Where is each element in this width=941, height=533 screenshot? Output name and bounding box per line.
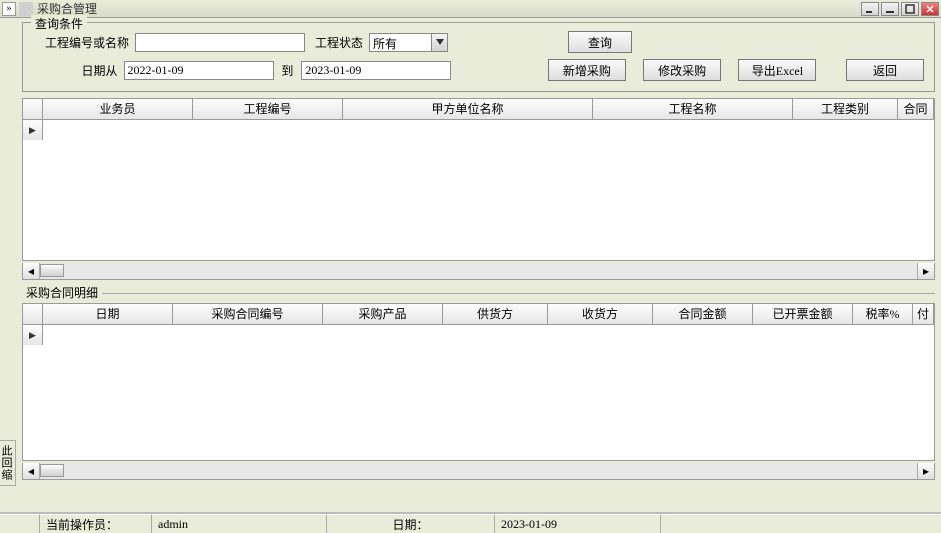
detail-table-hscroll[interactable]: ◂ ▸ [22, 463, 935, 480]
scroll-right-icon[interactable]: ▸ [917, 463, 934, 479]
date-label-cell: 日期： [327, 514, 495, 533]
date-from-label: 日期从 [33, 62, 118, 79]
status-bar: 当前操作员： admin 日期： 2023-01-09 [0, 512, 941, 533]
main-table: 业务员 工程编号 甲方单位名称 工程名称 工程类别 合同 [22, 98, 935, 261]
col-pay[interactable]: 付 [913, 304, 934, 324]
detail-table: 日期 采购合同编号 采购产品 供货方 收货方 合同金额 已开票金额 税率% 付 [22, 303, 935, 461]
query-legend: 查询条件 [31, 15, 87, 32]
col-amount[interactable]: 合同金额 [653, 304, 753, 324]
window-title: 采购合管理 [37, 0, 859, 17]
operator-label-cell: 当前操作员： [40, 514, 152, 533]
add-button[interactable]: 新增采购 [548, 59, 626, 81]
scroll-left-icon[interactable]: ◂ [23, 263, 40, 279]
detail-table-body[interactable] [23, 325, 934, 460]
back-button[interactable]: 返回 [846, 59, 924, 81]
scroll-right-icon[interactable]: ▸ [917, 263, 934, 279]
status-value: 所有 [369, 33, 431, 52]
col-project-name[interactable]: 工程名称 [593, 99, 793, 119]
col-invoiced[interactable]: 已开票金额 [753, 304, 853, 324]
expand-button[interactable]: » [2, 2, 16, 16]
table-row[interactable] [23, 120, 934, 140]
row-indicator-icon [23, 120, 43, 140]
row-indicator-icon [23, 325, 43, 345]
maximize-button[interactable] [901, 2, 919, 16]
date-value-cell: 2023-01-09 [495, 514, 661, 533]
detail-legend: 采购合同明细 [22, 286, 102, 300]
row-handle-header [23, 304, 43, 324]
chevron-down-icon[interactable] [431, 33, 448, 52]
close-button[interactable] [921, 2, 939, 16]
project-input[interactable] [135, 33, 305, 52]
minimize-small-button[interactable] [861, 2, 879, 16]
date-to-input[interactable] [301, 61, 451, 80]
col-tax[interactable]: 税率% [853, 304, 913, 324]
main-table-hscroll[interactable]: ◂ ▸ [22, 263, 935, 280]
edit-button[interactable]: 修改采购 [643, 59, 721, 81]
table-row[interactable] [23, 325, 934, 345]
operator-value-cell: admin [152, 514, 327, 533]
scroll-thumb[interactable] [40, 464, 64, 477]
scroll-track[interactable] [40, 463, 917, 479]
title-bar: » 采购合管理 [0, 0, 941, 18]
main-table-body[interactable] [23, 120, 934, 260]
side-tab[interactable]: 此回缩 [0, 440, 16, 486]
col-contract-no[interactable]: 采购合同编号 [173, 304, 323, 324]
col-project-type[interactable]: 工程类别 [793, 99, 898, 119]
minimize-button[interactable] [881, 2, 899, 16]
scroll-track[interactable] [40, 263, 917, 279]
detail-section: 采购合同明细 [22, 284, 935, 301]
export-button[interactable]: 导出Excel [738, 59, 816, 81]
status-spacer [0, 514, 40, 533]
col-contract[interactable]: 合同 [898, 99, 934, 119]
scroll-thumb[interactable] [40, 264, 64, 277]
row-handle-header [23, 99, 43, 119]
col-project-code[interactable]: 工程编号 [193, 99, 343, 119]
col-receiver[interactable]: 收货方 [548, 304, 653, 324]
main-table-header: 业务员 工程编号 甲方单位名称 工程名称 工程类别 合同 [23, 99, 934, 120]
status-select[interactable]: 所有 [369, 33, 448, 52]
status-label: 工程状态 [311, 34, 363, 51]
project-label: 工程编号或名称 [33, 34, 129, 51]
search-button[interactable]: 查询 [568, 31, 632, 53]
app-icon [19, 2, 33, 16]
date-to-label: 到 [280, 62, 296, 79]
date-from-input[interactable] [124, 61, 274, 80]
col-salesperson[interactable]: 业务员 [43, 99, 193, 119]
status-filler [661, 514, 941, 533]
query-groupbox: 查询条件 工程编号或名称 工程状态 所有 查询 日期从 到 新增采购 修改采购 … [22, 22, 935, 92]
col-product[interactable]: 采购产品 [323, 304, 443, 324]
scroll-left-icon[interactable]: ◂ [23, 463, 40, 479]
col-party-a[interactable]: 甲方单位名称 [343, 99, 593, 119]
detail-table-header: 日期 采购合同编号 采购产品 供货方 收货方 合同金额 已开票金额 税率% 付 [23, 304, 934, 325]
col-date[interactable]: 日期 [43, 304, 173, 324]
col-supplier[interactable]: 供货方 [443, 304, 548, 324]
